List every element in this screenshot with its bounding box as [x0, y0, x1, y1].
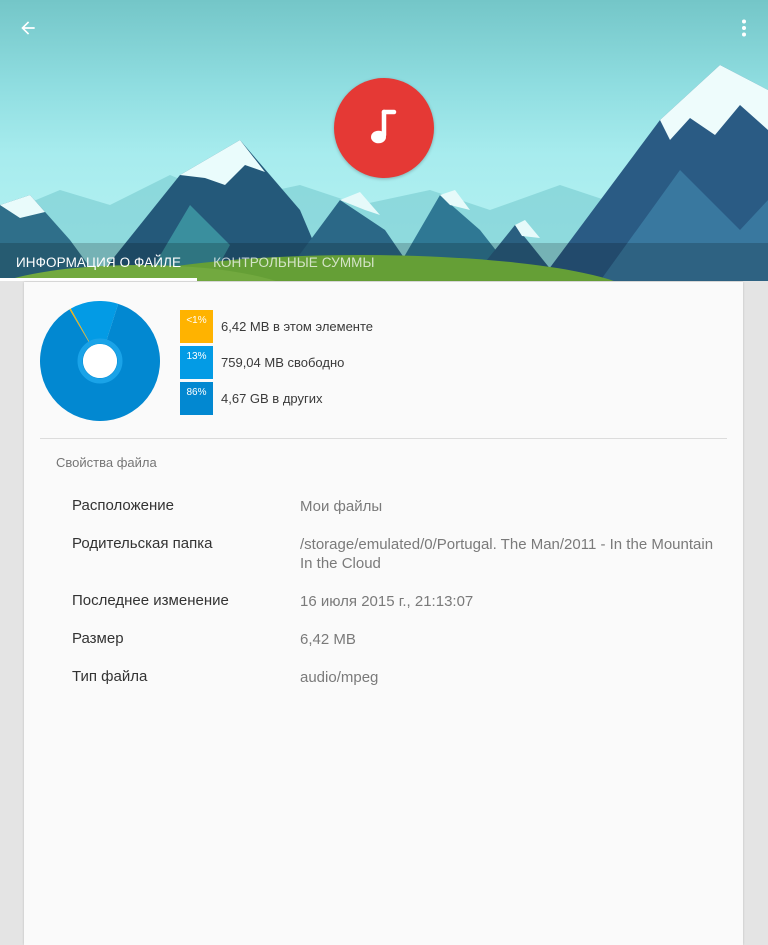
property-label-modified: Последнее изменение [72, 592, 229, 609]
divider [40, 438, 727, 439]
header: ИНФОРМАЦИЯ О ФАЙЛЕ КОНТРОЛЬНЫЕ СУММЫ [0, 0, 768, 281]
legend-item-free: 13% 759,04 MB свободно [180, 346, 373, 379]
back-button[interactable] [10, 12, 46, 44]
music-note-icon [371, 109, 397, 144]
arrow-back-icon [21, 21, 35, 35]
property-label-file-type: Тип файла [72, 668, 148, 685]
file-info-card: <1% 6,42 MB в этом элементе 13% 759,04 M… [24, 282, 743, 945]
tab-checksums[interactable]: КОНТРОЛЬНЫЕ СУММЫ [197, 243, 390, 281]
property-label-parent-folder: Родительская папка [72, 535, 213, 552]
tab-bar: ИНФОРМАЦИЯ О ФАЙЛЕ КОНТРОЛЬНЫЕ СУММЫ [0, 243, 768, 281]
pie-center-hole [83, 344, 117, 378]
storage-pie-chart [40, 301, 160, 421]
more-vert-icon [742, 19, 746, 37]
legend-label: 4,67 GB в других [221, 391, 323, 406]
property-value-file-type: audio/mpeg [300, 669, 379, 686]
property-value-size: 6,42 MB [300, 631, 356, 648]
property-value-modified: 16 июля 2015 г., 21:13:07 [300, 593, 474, 610]
legend-swatch: <1% [180, 310, 213, 343]
property-label-location: Расположение [72, 497, 174, 514]
legend-swatch: 13% [180, 346, 213, 379]
storage-legend: <1% 6,42 MB в этом элементе 13% 759,04 M… [180, 310, 373, 418]
legend-item-others: 86% 4,67 GB в других [180, 382, 373, 415]
legend-label: 759,04 MB свободно [221, 355, 345, 370]
property-value-parent-folder: /storage/emulated/0/Portugal. The Man/20… [300, 536, 714, 572]
tab-file-info[interactable]: ИНФОРМАЦИЯ О ФАЙЛЕ [0, 243, 198, 281]
section-title: Свойства файла [56, 455, 157, 470]
property-value-location: Мои файлы [300, 498, 383, 515]
file-type-avatar [334, 78, 434, 178]
legend-label: 6,42 MB в этом элементе [221, 319, 374, 334]
legend-swatch: 86% [180, 382, 213, 415]
more-options-button[interactable] [730, 12, 758, 44]
legend-item-this-file: <1% 6,42 MB в этом элементе [180, 310, 373, 343]
property-label-size: Размер [72, 630, 124, 647]
